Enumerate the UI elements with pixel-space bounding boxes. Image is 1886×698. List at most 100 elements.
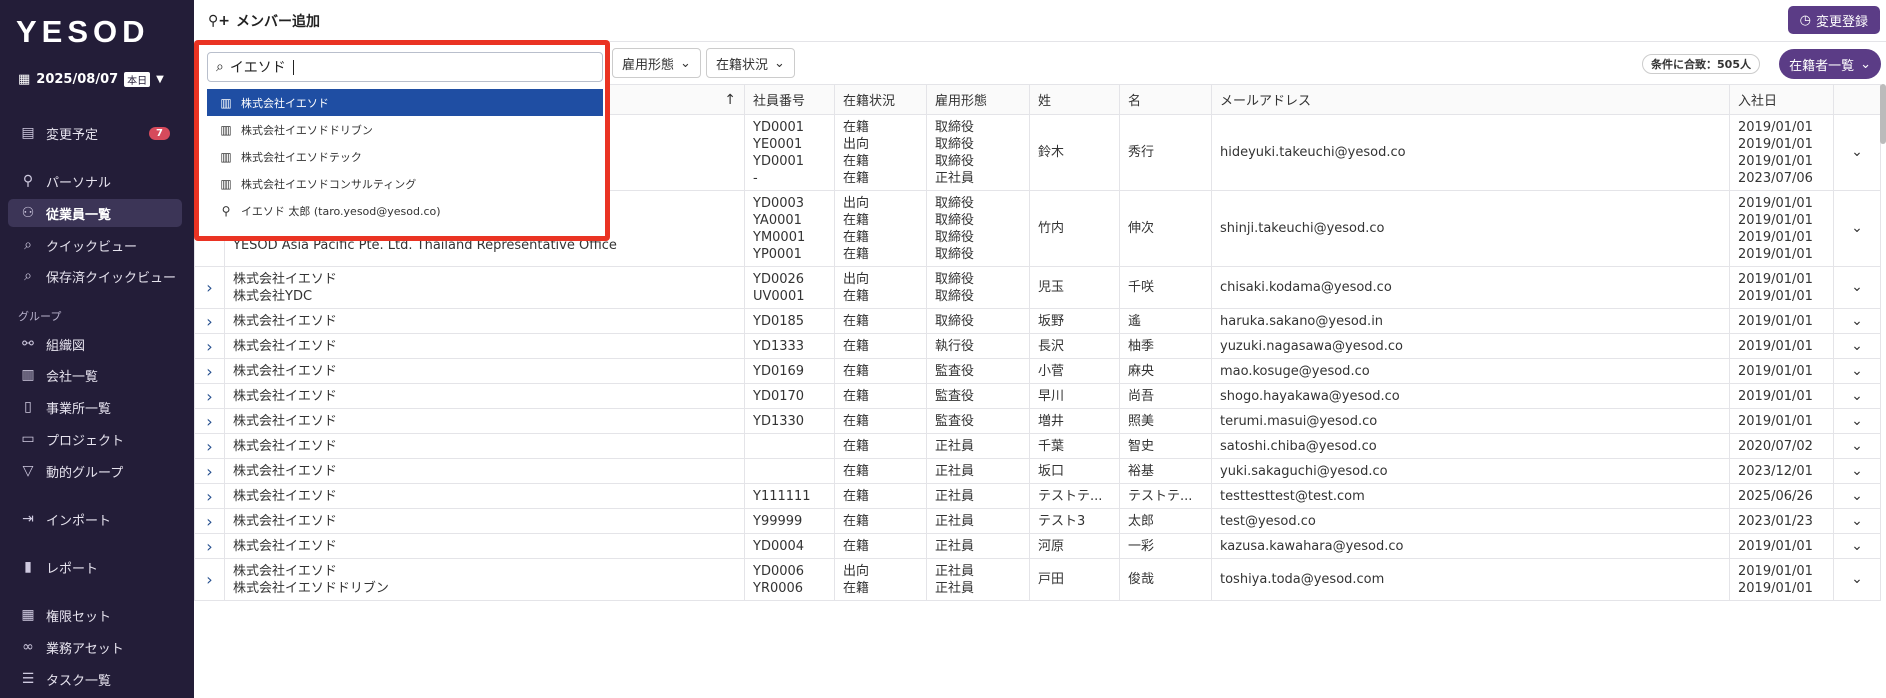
vertical-scrollbar[interactable] — [1880, 84, 1886, 144]
table-row[interactable]: › 株式会社イエソド YD1330 在籍 監査役 増井 照美 terumi.masui@yes… — [194, 408, 1881, 434]
cell-status: 在籍 出向 在籍 在籍 — [834, 114, 927, 191]
cell-employment-type: 監査役 — [926, 408, 1030, 434]
search-input-value: イエソド — [229, 60, 286, 76]
expand-row-icon[interactable]: › — [194, 508, 225, 534]
sidebar-item-saved-quick-view[interactable]: ⌕ 保存済クイックビュー — [8, 262, 182, 290]
option-label: 株式会社イエソドテック — [241, 150, 362, 164]
expand-row-icon[interactable]: › — [194, 483, 225, 509]
cell-company: 株式会社イエソド — [224, 483, 745, 509]
chevron-down-icon: ⌄ — [680, 55, 691, 71]
table-row[interactable]: › 株式会社イエソド Y111111 在籍 正社員 テストテ... テストテ... testt… — [194, 483, 1881, 509]
sidebar-item-company-list[interactable]: ▥ 会社一覧 — [8, 361, 182, 389]
chevron-down-icon[interactable]: ⌄ — [1833, 508, 1881, 534]
search-option-yesod-tech[interactable]: ▥ 株式会社イエソドテック — [207, 143, 603, 170]
table-row[interactable]: › 株式会社イエソド 株式会社YDC YD0026 UV0001 出向 在籍 取締役 取… — [194, 266, 1881, 309]
table-row[interactable]: › 株式会社イエソド YD0004 在籍 正社員 河原 一彩 kazusa.kawahara@… — [194, 533, 1881, 559]
sidebar-item-label: 権限セット — [46, 609, 112, 625]
chevron-down-icon[interactable]: ⌄ — [1833, 266, 1881, 309]
table-row[interactable]: › 株式会社イエソド YD1333 在籍 執行役 長沢 柚季 yuzuki.nagasawa@… — [194, 333, 1881, 359]
table-row[interactable]: › 株式会社イエソド 株式会社イエソドドリブン YD0006 YR0006 出向 在籍… — [194, 558, 1881, 601]
sidebar-item-org-chart[interactable]: ⚯ 組織図 — [8, 330, 182, 358]
chevron-down-icon[interactable]: ⌄ — [1833, 190, 1881, 267]
sidebar-item-task-list[interactable]: ☰ タスク一覧 — [8, 665, 182, 693]
header: ⚲+ メンバー追加 ◷ 変更登録 — [194, 0, 1886, 42]
chevron-down-icon[interactable]: ⌄ — [1833, 114, 1881, 191]
header-employment-type[interactable]: 雇用形態 — [926, 84, 1030, 115]
table-row[interactable]: › 株式会社イエソド YD0169 在籍 監査役 小菅 麻央 mao.kosuge@yesod… — [194, 358, 1881, 384]
cell-first-name: テストテ... — [1119, 483, 1212, 509]
date-selector[interactable]: ▦ 2025/08/07 本日 ▼ — [18, 72, 164, 87]
expand-row-icon[interactable]: › — [194, 558, 225, 601]
header-employee-id[interactable]: 社員番号 — [744, 84, 835, 115]
add-member-label: メンバー追加 — [235, 14, 320, 30]
header-first-name[interactable]: 名 — [1119, 84, 1212, 115]
table-row[interactable]: › 株式会社イエソド YD0170 在籍 監査役 早川 尚吾 shogo.hayakawa@y… — [194, 383, 1881, 409]
chevron-down-icon[interactable]: ⌄ — [1833, 333, 1881, 359]
expand-row-icon[interactable]: › — [194, 266, 225, 309]
search-input[interactable]: ⌕ イエソド — [207, 52, 603, 82]
sidebar-item-change-schedule[interactable]: ▤ 変更予定 7 — [8, 119, 182, 147]
header-status[interactable]: 在籍状況 — [834, 84, 927, 115]
chevron-down-icon[interactable]: ⌄ — [1833, 358, 1881, 384]
search-option-yesod-driven[interactable]: ▥ 株式会社イエソドドリブン — [207, 116, 603, 143]
cell-join-date: 2025/06/26 — [1729, 483, 1834, 509]
option-label: 株式会社イエソドコンサルティング — [241, 177, 417, 191]
cell-last-name: 千葉 — [1029, 433, 1120, 459]
expand-row-icon[interactable]: › — [194, 408, 225, 434]
search-option-person[interactable]: ⚲ イエソド 太郎 (taro.yesod@yesod.co) — [207, 197, 603, 224]
search-option-yesod-consulting[interactable]: ▥ 株式会社イエソドコンサルティング — [207, 170, 603, 197]
sidebar-item-dynamic-group[interactable]: ▽ 動的グループ — [8, 457, 182, 485]
result-count: 条件に合致：505人 — [1642, 54, 1760, 74]
person-add-icon: ⚲+ — [208, 13, 230, 29]
cell-email: yuki.sakaguchi@yesod.co — [1211, 458, 1730, 484]
sidebar-item-quick-view[interactable]: ⌕ クイックビュー — [8, 231, 182, 259]
add-member-button[interactable]: ⚲+ メンバー追加 — [208, 11, 320, 31]
expand-row-icon[interactable]: › — [194, 333, 225, 359]
chevron-down-icon[interactable]: ⌄ — [1833, 458, 1881, 484]
sidebar-item-permission-set[interactable]: ▦ 権限セット — [8, 601, 182, 629]
sidebar-item-personal[interactable]: ⚲ パーソナル — [8, 167, 182, 195]
active-list-dropdown[interactable]: 在籍者一覧 ⌄ — [1779, 49, 1881, 79]
chevron-down-icon[interactable]: ⌄ — [1833, 483, 1881, 509]
header-email[interactable]: メールアドレス — [1211, 84, 1730, 115]
cell-employment-type: 正社員 — [926, 508, 1030, 534]
table-row[interactable]: › 株式会社イエソド YD0185 在籍 取締役 坂野遙 haruka.sakano@yes… — [194, 308, 1881, 334]
sort-up-icon[interactable]: ↑ — [724, 92, 736, 108]
table-row[interactable]: › 株式会社イエソド Y99999 在籍 正社員 テスト3 太郎 test@yesod.co 2… — [194, 508, 1881, 534]
chevron-down-icon: ⌄ — [1860, 56, 1871, 72]
cell-join-date: 2019/01/01 2019/01/01 — [1729, 266, 1834, 309]
chevron-down-icon[interactable]: ⌄ — [1833, 533, 1881, 559]
sidebar-item-office-list[interactable]: ▯ 事業所一覧 — [8, 393, 182, 421]
chevron-down-icon[interactable]: ⌄ — [1833, 433, 1881, 459]
expand-row-icon[interactable]: › — [194, 383, 225, 409]
expand-row-icon[interactable]: › — [194, 458, 225, 484]
table-row[interactable]: › 株式会社イエソド 在籍 正社員 千葉 智史 satoshi.chiba@yesod.co… — [194, 433, 1881, 459]
cell-first-name: 一彩 — [1119, 533, 1212, 559]
sidebar-item-employee-list[interactable]: ⚇ 従業員一覧 — [8, 199, 182, 227]
today-label: 本日 — [124, 72, 151, 87]
expand-row-icon[interactable]: › — [194, 433, 225, 459]
sidebar-item-report[interactable]: ▮ レポート — [8, 553, 182, 581]
expand-row-icon[interactable]: › — [194, 308, 225, 334]
employment-type-filter[interactable]: 雇用形態 ⌄ — [612, 48, 701, 78]
sidebar-item-project[interactable]: ▭ プロジェクト — [8, 425, 182, 453]
status-filter[interactable]: 在籍状況 ⌄ — [706, 48, 795, 78]
chevron-down-icon[interactable]: ⌄ — [1833, 383, 1881, 409]
sidebar-item-label: 組織図 — [46, 338, 86, 354]
chevron-down-icon[interactable]: ⌄ — [1833, 558, 1881, 601]
sidebar-item-import[interactable]: ⇥ インポート — [8, 505, 182, 533]
cell-employee-id: YD0001 YE0001 YD0001 - — [744, 114, 835, 191]
expand-row-icon[interactable]: › — [194, 358, 225, 384]
search-dropdown-highlight: ⌕ イエソド ▥ 株式会社イエソド ▥ 株式会社イエソドドリブン ▥ 株式会社イ… — [194, 40, 610, 241]
sidebar-item-business-assets[interactable]: ∞ 業務アセット — [8, 633, 182, 661]
header-last-name[interactable]: 姓 — [1029, 84, 1120, 115]
cell-status: 在籍 — [834, 333, 927, 359]
expand-row-icon[interactable]: › — [194, 533, 225, 559]
change-register-button[interactable]: ◷ 変更登録 — [1787, 6, 1880, 34]
table-row[interactable]: › 株式会社イエソド 在籍 正社員 坂口 裕基 yuki.sakaguchi@yesod.c… — [194, 458, 1881, 484]
header-join-date[interactable]: 入社日 — [1729, 84, 1834, 115]
chevron-down-icon[interactable]: ⌄ — [1833, 408, 1881, 434]
chevron-down-icon[interactable]: ⌄ — [1833, 308, 1881, 334]
sidebar-item-label: プロジェクト — [46, 433, 125, 449]
search-option-yesod[interactable]: ▥ 株式会社イエソド — [207, 89, 603, 116]
